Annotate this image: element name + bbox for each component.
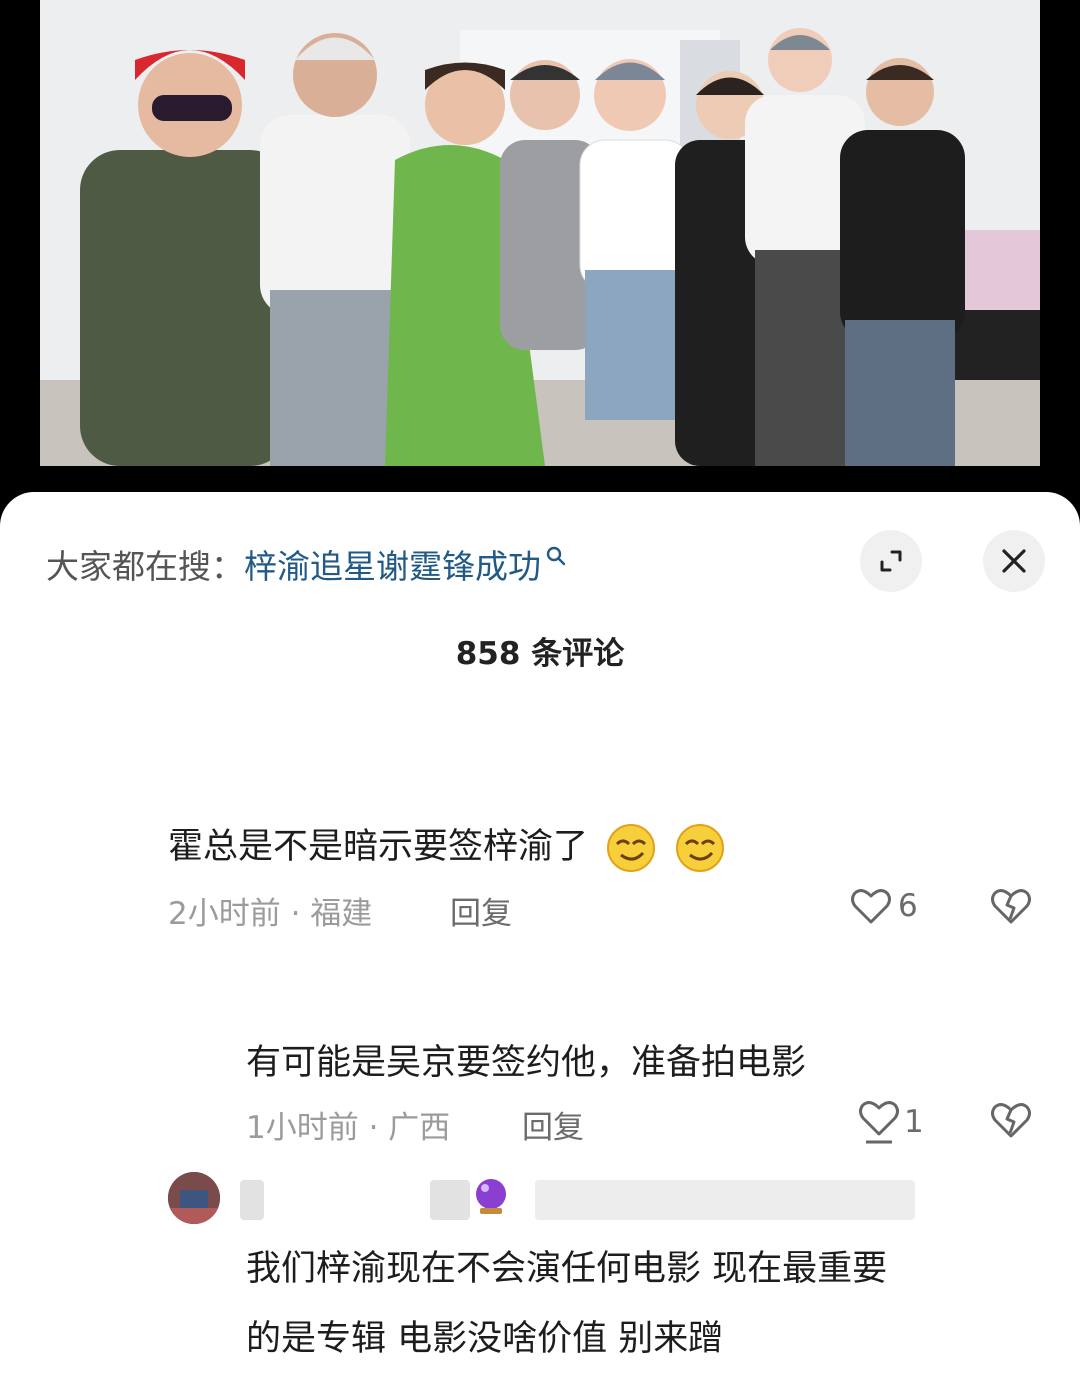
avatar[interactable] [168, 1172, 220, 1224]
group-photo-image [40, 0, 1040, 466]
search-suggestion[interactable]: 大家都在搜： 梓渝追星谢霆锋成功 [46, 540, 567, 588]
smirk-emoji-icon [676, 824, 725, 872]
broken-heart-icon [991, 889, 1031, 924]
search-suggestion-link[interactable]: 梓渝追星谢霆锋成功 [244, 540, 541, 588]
reply-button[interactable]: 回复 [522, 1102, 584, 1147]
comment-count-title: 858 条评论 [455, 636, 625, 672]
reply-comment-text: 有可能是吴京要签约他，准备拍电影 [246, 1043, 807, 1083]
close-icon [1002, 549, 1026, 573]
dislike-button[interactable] [990, 886, 1032, 930]
like-button[interactable]: 6 [850, 886, 918, 926]
search-icon [546, 546, 566, 566]
blurred-username [430, 1180, 470, 1220]
expand-icon [880, 550, 902, 572]
like-button[interactable]: 1 [858, 1100, 924, 1144]
comment-text: 霍总是不是暗示要签梓渝了 [168, 818, 726, 874]
search-suggestion-prefix: 大家都在搜： [46, 547, 244, 586]
reply-comment-text: 我们梓渝现在不会演任何电影 现在最重要 [246, 1249, 888, 1289]
comment-meta: 1小时前 · 广西 [246, 1110, 451, 1146]
heart-icon [859, 1101, 899, 1144]
comment-body: 霍总是不是暗示要签梓渝了 [168, 827, 589, 867]
crystal-ball-badge-icon [476, 1179, 506, 1214]
close-button[interactable] [983, 530, 1045, 592]
like-count: 6 [898, 888, 918, 924]
blurred-user-info [535, 1180, 915, 1220]
reply-button[interactable]: 回复 [450, 888, 512, 933]
broken-heart-icon [991, 1103, 1031, 1138]
reply-comment-text: 的是专辑 电影没啥价值 别来蹭 [246, 1319, 724, 1359]
blurred-username [240, 1180, 264, 1220]
like-count: 1 [904, 1104, 924, 1140]
comment-meta: 2小时前 · 福建 [168, 896, 373, 932]
heart-icon [851, 889, 891, 924]
expand-button[interactable] [860, 530, 922, 592]
user-avatar-image [168, 1172, 220, 1224]
post-photo[interactable] [40, 0, 1040, 466]
smirk-emoji-icon [607, 824, 656, 872]
dislike-button[interactable] [990, 1100, 1032, 1144]
